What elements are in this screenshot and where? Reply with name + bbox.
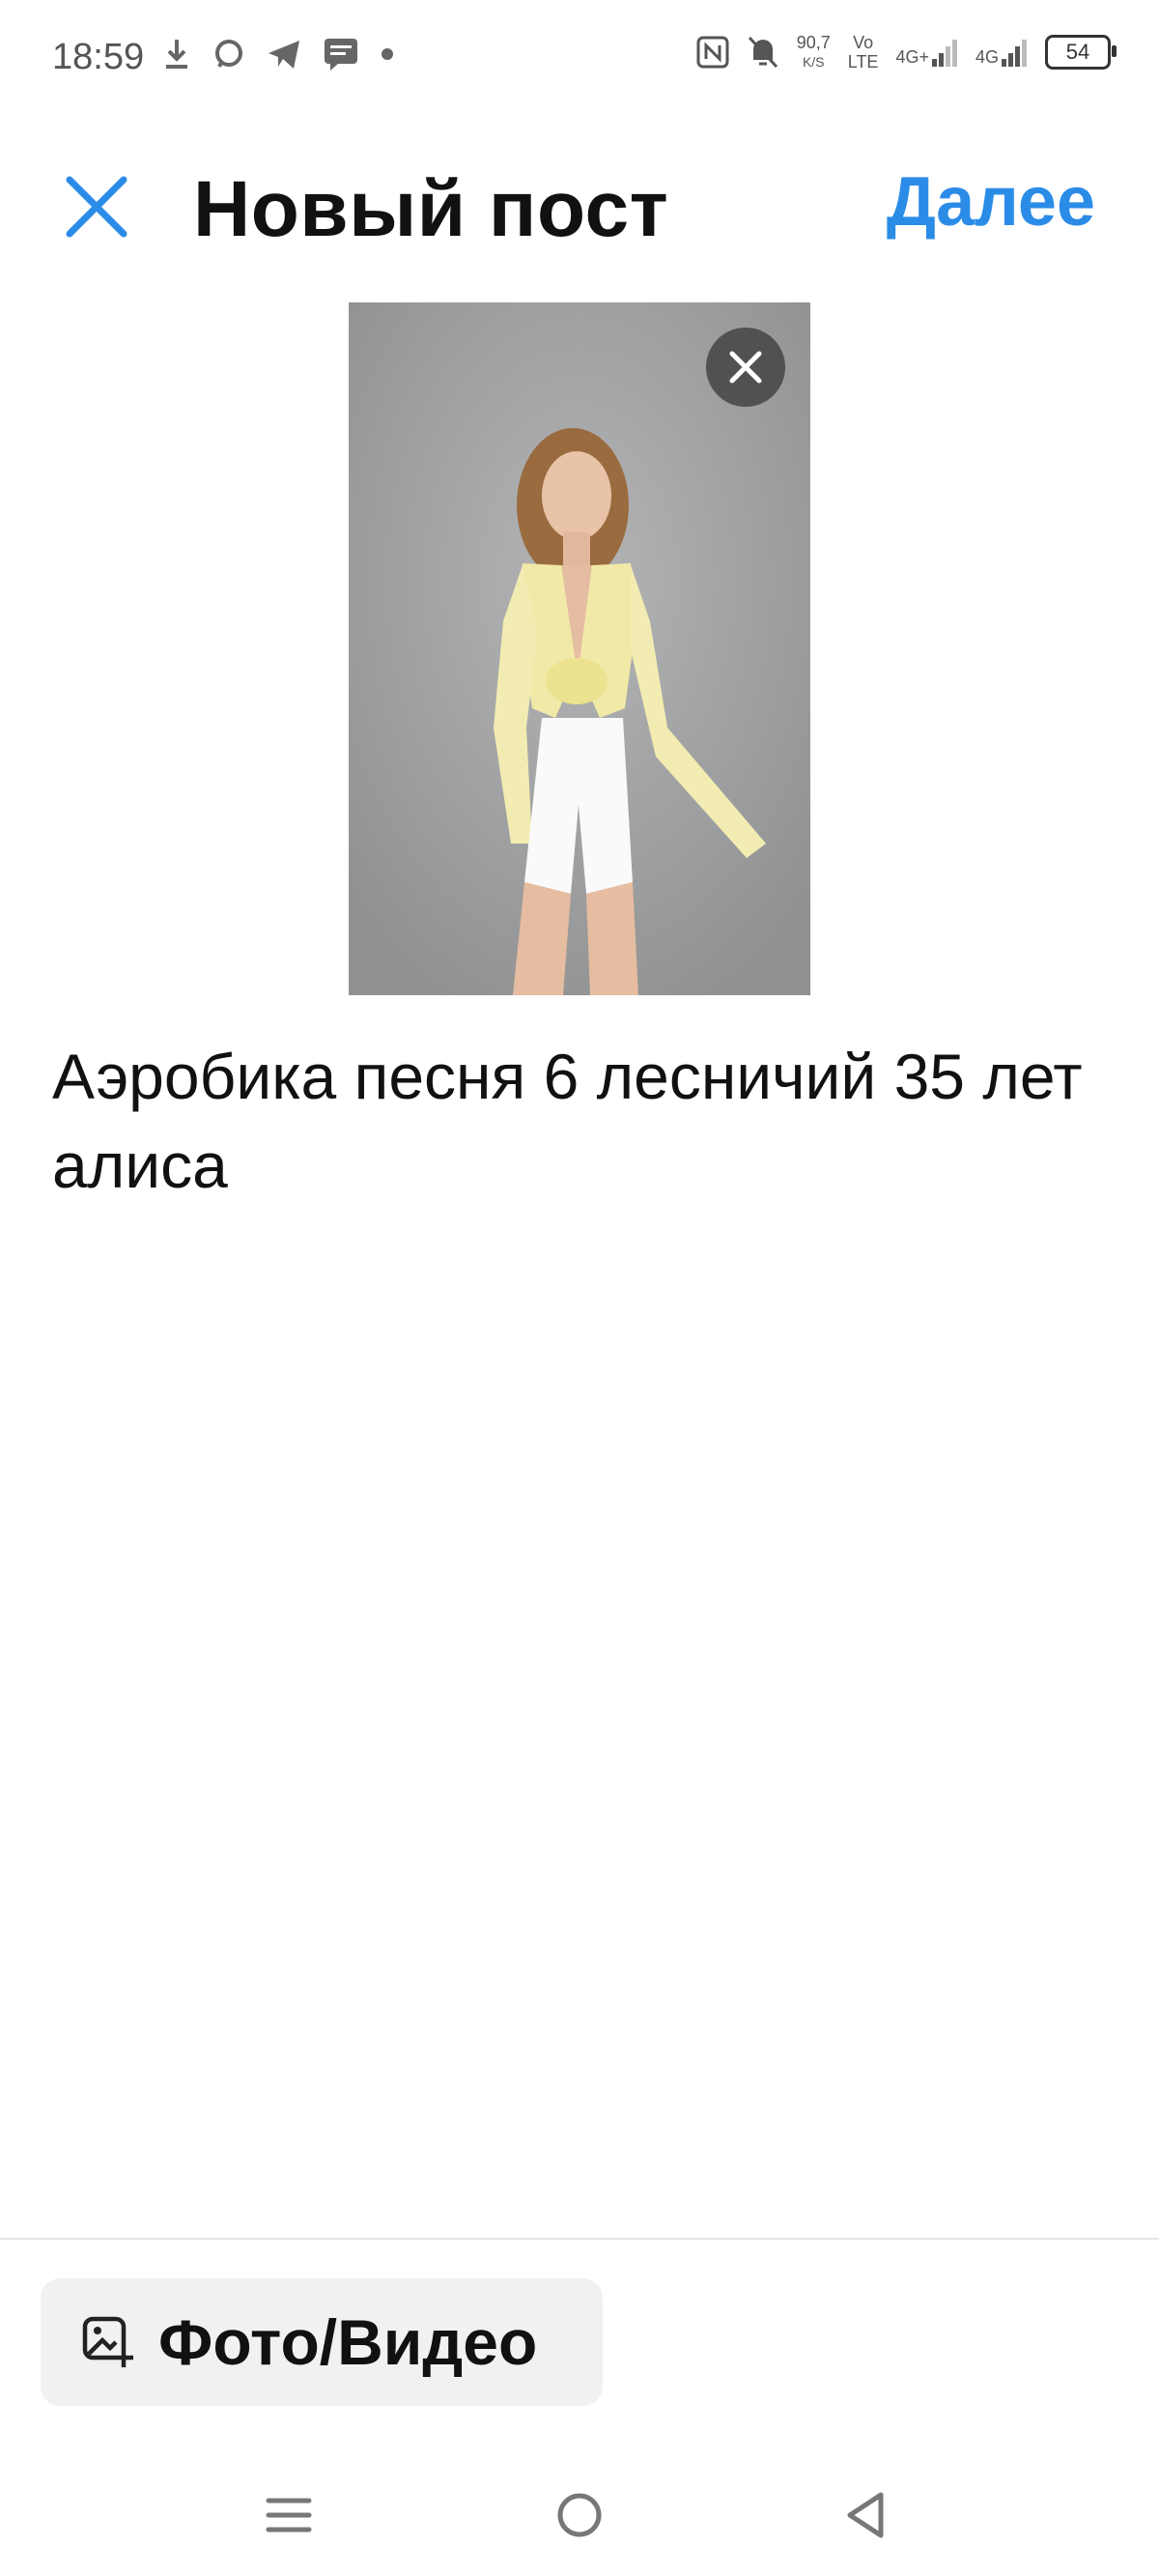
close-icon [729,351,762,384]
recent-apps-button[interactable] [255,2481,323,2549]
next-button[interactable]: Далее [887,162,1095,242]
system-navigation-bar [0,2454,1159,2576]
volte-indicator: Vo LTE [848,33,879,72]
signal-1: 4G+ [895,38,958,67]
battery-level: 54 [1065,40,1090,64]
page-title: Новый пост [193,165,669,253]
volte-bottom: LTE [847,52,879,72]
message-icon [325,39,357,71]
add-photo-video-button[interactable]: Фото/Видео [41,2278,603,2406]
divider [0,2238,1159,2240]
signal-icon [931,40,957,67]
home-button[interactable] [546,2481,613,2549]
download-icon [166,40,187,69]
signal-icon [1002,40,1027,67]
chat-bubble-icon [215,40,242,68]
net-speed-unit: K/S [802,54,825,70]
menu-icon [266,2498,312,2533]
header: Новый пост Далее [0,145,1159,280]
net-speed: 90,7 K/S [797,33,831,72]
notification-icons [162,37,394,72]
remove-photo-button[interactable] [706,328,785,407]
net-speed-value: 90,7 [796,33,831,52]
network-type-2: 4G [975,47,999,67]
home-circle-icon [557,2493,602,2537]
battery-icon: 54 [1045,35,1117,70]
nfc-icon [696,36,729,69]
status-right-icons: 90,7 K/S Vo LTE 4G+ 4G 54 [696,33,1117,72]
back-triangle-icon [847,2492,884,2538]
volte-top: Vo [853,33,874,52]
dot-icon [382,48,393,60]
telegram-icon [269,41,299,69]
add-photo-icon [82,2316,133,2367]
post-caption-input[interactable]: Аэробика песня 6 лесничий 35 лет алиса [52,1032,1105,1210]
add-photo-video-label: Фото/Видео [158,2306,538,2378]
attached-photo[interactable] [349,302,810,995]
network-type-1: 4G+ [895,47,929,67]
status-bar: 18:59 90,7 K/S Vo LTE 4G+ 4G 54 [0,0,1159,116]
bell-off-icon [748,36,777,69]
close-button[interactable] [58,168,135,245]
status-time: 18:59 [52,37,145,77]
signal-2: 4G [975,38,1028,67]
close-icon [66,176,127,238]
back-button[interactable] [833,2481,900,2549]
